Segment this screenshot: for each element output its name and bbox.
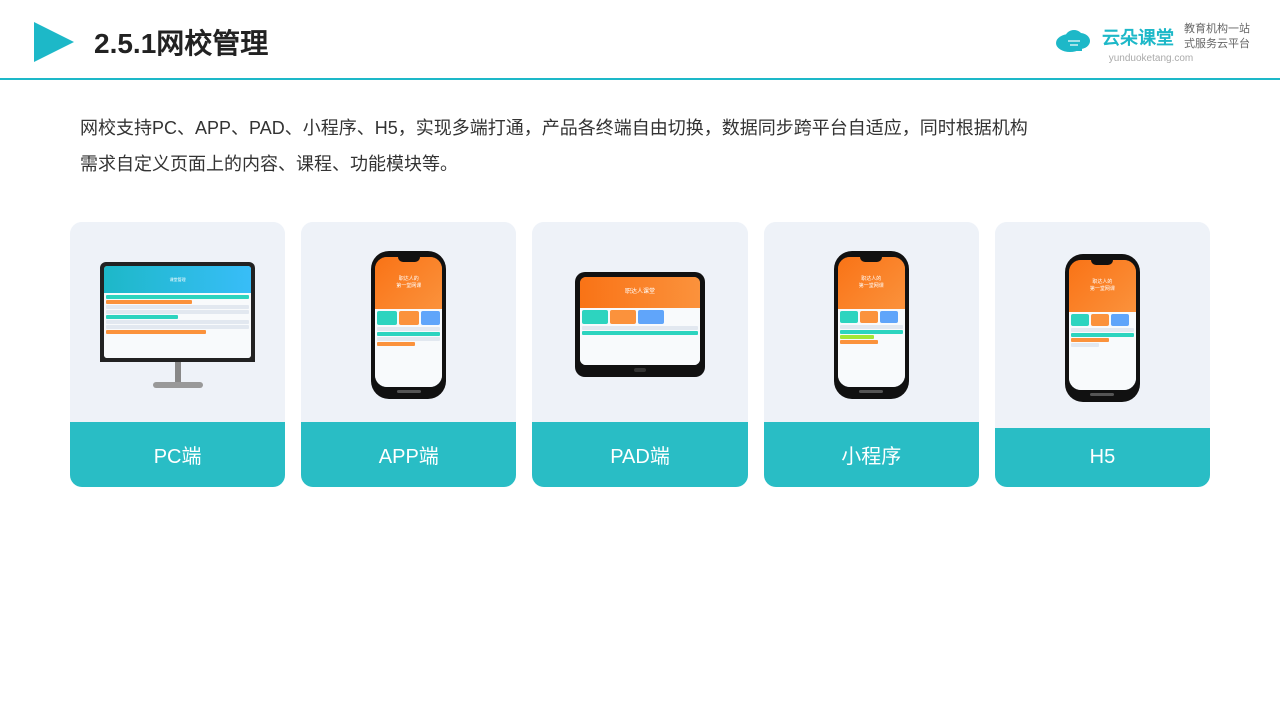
phone-mini-screen: 职达人的第一堂网课 [838,257,905,387]
card-pad: 职达人课堂 [532,222,747,487]
logo-url: yunduoketang.com [1109,53,1194,64]
logo-tagline2: 式服务云平台 [1184,37,1250,51]
page-header: 2.5.1网校管理 云朵课堂 教育机构一站 式服务云平台 yunduoketan… [0,0,1280,80]
card-h5-image: 职达人的第一堂网课 [995,222,1210,428]
description-text: 网校支持PC、APP、PAD、小程序、H5，实现多端打通，产品各终端自由切换，数… [0,80,1280,192]
card-miniprogram-label: 小程序 [764,422,979,487]
card-pc-label: PC端 [70,422,285,487]
monitor-stand [175,362,181,382]
card-miniprogram-image: 职达人的第一堂网课 [764,222,979,422]
phone-mini-mockup: 职达人的第一堂网课 [834,251,909,399]
card-app: 职达人的第一堂网课 [301,222,516,487]
header-left: 2.5.1网校管理 [30,18,268,66]
phone-notch [398,257,420,262]
card-miniprogram: 职达人的第一堂网课 [764,222,979,487]
logo-cloud: 云朵课堂 教育机构一站 式服务云平台 [1052,21,1250,53]
tablet-screen: 职达人课堂 [580,277,700,365]
card-pc: 课堂管理 [70,222,285,487]
card-pc-image: 课堂管理 [70,222,285,422]
desktop-mockup: 课堂管理 [100,262,255,388]
page-title: 2.5.1网校管理 [94,22,268,62]
monitor-screen: 课堂管理 [104,266,251,358]
phone-mini-notch [860,257,882,262]
card-app-label: APP端 [301,422,516,487]
card-pad-image: 职达人课堂 [532,222,747,422]
phone-h5-screen: 职达人的第一堂网课 [1069,260,1136,390]
monitor-body: 课堂管理 [100,262,255,362]
logo-area: 云朵课堂 教育机构一站 式服务云平台 yunduoketang.com [1052,21,1250,64]
logo-tagline1: 教育机构一站 [1184,22,1250,36]
phone-app-mockup: 职达人的第一堂网课 [371,251,446,399]
logo-name: 云朵课堂 [1102,24,1174,50]
phone-home-bar [397,390,421,393]
card-h5: 职达人的第一堂网课 [995,222,1210,487]
card-app-image: 职达人的第一堂网课 [301,222,516,422]
phone-mini-home-bar [859,390,883,393]
play-icon [30,18,78,66]
tablet-mockup: 职达人课堂 [575,272,705,377]
description-paragraph: 网校支持PC、APP、PAD、小程序、H5，实现多端打通，产品各终端自由切换，数… [80,110,1200,182]
monitor-base [153,382,203,388]
phone-h5-home-bar [1090,393,1114,396]
tablet-home-button [634,368,646,372]
card-h5-label: H5 [995,428,1210,487]
phone-screen: 职达人的第一堂网课 [375,257,442,387]
cloud-logo-icon [1052,21,1096,53]
card-pad-label: PAD端 [532,422,747,487]
cards-container: 课堂管理 [0,192,1280,517]
phone-h5-notch [1091,260,1113,265]
phone-h5-mockup: 职达人的第一堂网课 [1065,254,1140,402]
